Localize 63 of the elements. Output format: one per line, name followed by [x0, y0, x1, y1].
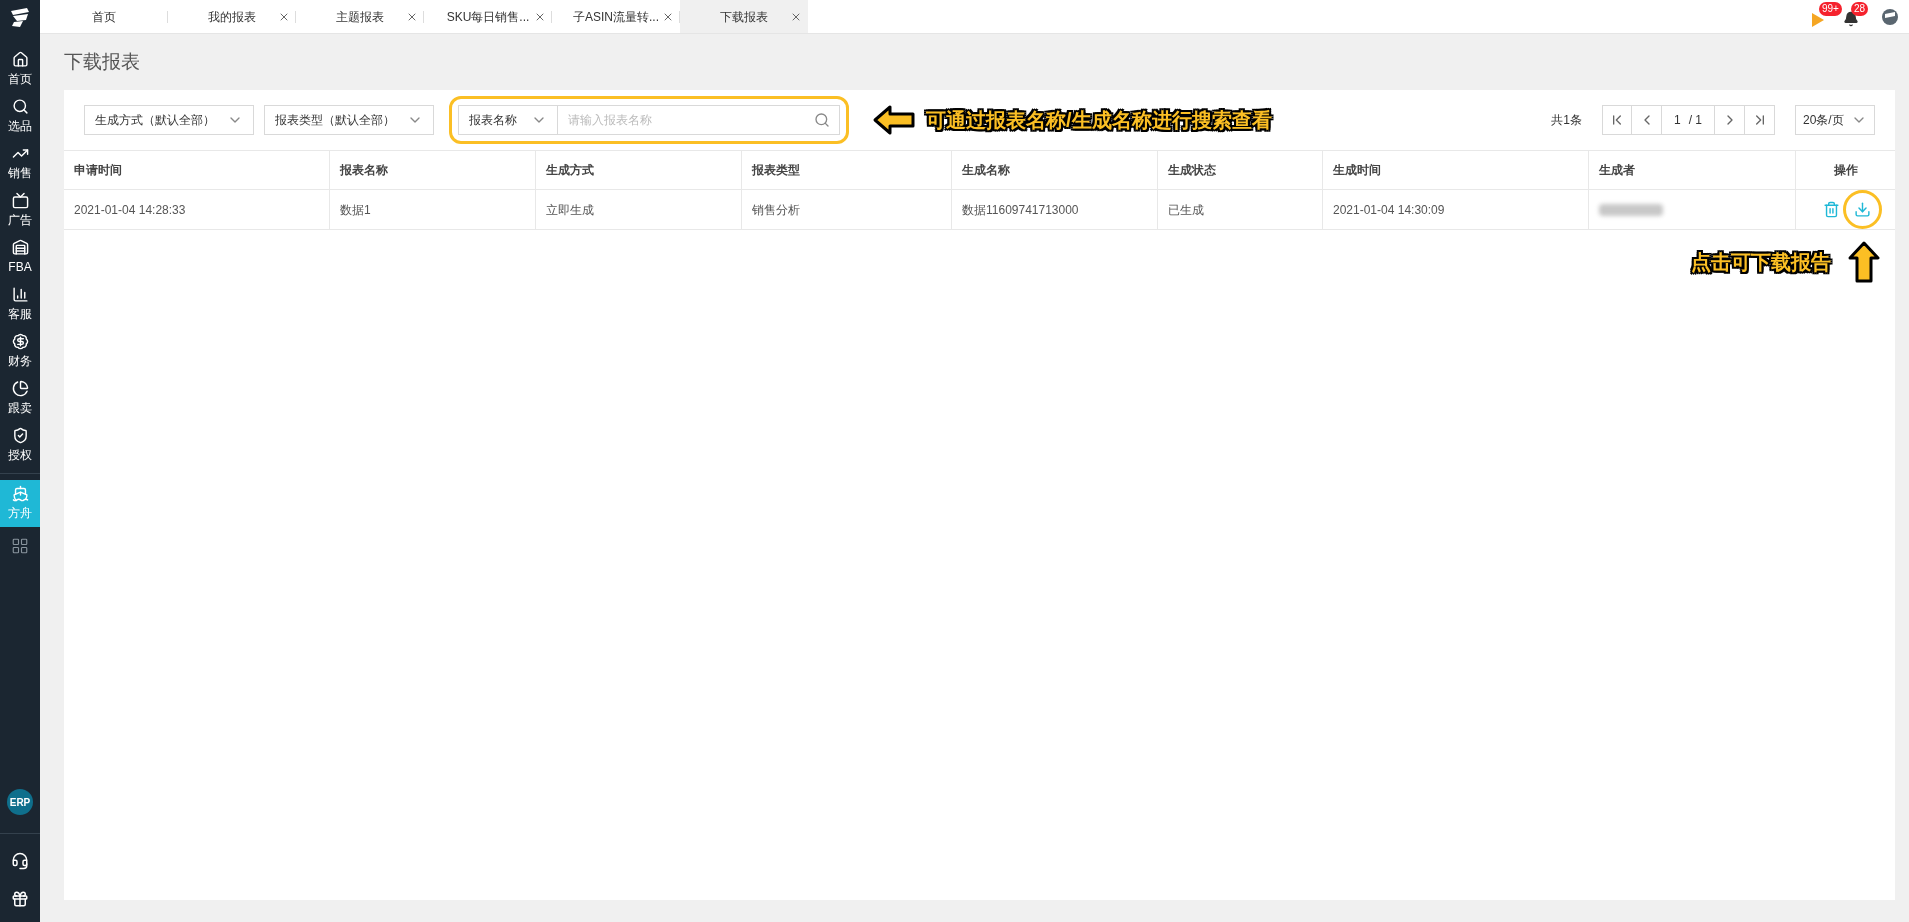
column-header: 生成名称 [952, 151, 1158, 189]
page-title: 下载报表 [63, 49, 141, 74]
sidebar-icon [11, 380, 29, 397]
notification-badge: 28 [1851, 1, 1869, 16]
column-header: 生成时间 [1323, 151, 1589, 189]
sidebar-icon [11, 239, 29, 256]
support-icon[interactable] [11, 852, 29, 870]
sidebar-item[interactable]: 首页 [0, 46, 40, 93]
sidebar-item[interactable]: 销售 [0, 140, 40, 187]
sidebar-item[interactable]: 跟卖 [0, 375, 40, 422]
tab[interactable]: 主题报表 [296, 0, 424, 33]
page-size-select[interactable]: 20条/页 [1795, 105, 1875, 135]
arrow-icon [872, 104, 916, 136]
column-header: 报表类型 [742, 151, 952, 189]
table-cell: 数据11609741713000 [952, 190, 1158, 229]
arrow-icon [1847, 240, 1881, 284]
table-cell: 已生成 [1158, 190, 1323, 229]
sidebar-item[interactable]: 选品 [0, 93, 40, 140]
tab[interactable]: 首页 [40, 0, 168, 33]
sidebar-item[interactable]: 广告 [0, 187, 40, 234]
sidebar-item[interactable]: 授权 [0, 422, 40, 469]
gift-icon[interactable] [11, 890, 29, 908]
table-cell: 2021-01-04 14:30:09 [1323, 190, 1589, 229]
column-header: 申请时间 [64, 151, 330, 189]
flag-icon[interactable] [1811, 11, 1825, 28]
table-cell: 立即生成 [536, 190, 742, 229]
bell-icon[interactable] [1843, 10, 1859, 27]
table-cell: 2021-01-04 14:28:33 [64, 190, 330, 229]
column-header: 生成状态 [1158, 151, 1323, 189]
field-select[interactable]: 报表名称 [458, 105, 558, 135]
page-number[interactable]: 1 [1674, 111, 1681, 129]
column-header: 生成者 [1589, 151, 1796, 189]
sidebar-icon [11, 427, 29, 444]
apps-grid-icon[interactable] [11, 537, 29, 555]
column-header: 报表名称 [330, 151, 536, 189]
filter-select[interactable]: 生成方式（默认全部） [84, 105, 254, 135]
table-cell: 数据1 [330, 190, 536, 229]
sidebar-item[interactable]: 客服 [0, 281, 40, 328]
column-header: 生成方式 [536, 151, 742, 189]
table-cell: 销售分析 [742, 190, 952, 229]
filter-select[interactable]: 报表类型（默认全部） [264, 105, 434, 135]
sidebar-icon [11, 286, 29, 303]
tab[interactable]: 我的报表 [168, 0, 296, 33]
search-icon[interactable] [814, 112, 830, 128]
sidebar-item[interactable]: FBA [0, 234, 40, 281]
sidebar-item[interactable]: 财务 [0, 328, 40, 375]
search-field[interactable]: 请输入报表名称 [558, 105, 840, 135]
tab[interactable]: 下载报表 [680, 0, 808, 33]
column-header: 操作 [1832, 162, 1859, 179]
total-count: 共1条 [1551, 112, 1582, 129]
sidebar-icon [11, 333, 29, 350]
page-total: / 1 [1688, 112, 1702, 129]
avatar-icon[interactable] [1881, 7, 1899, 26]
sidebar-icon [11, 98, 29, 115]
callout-text: 可通过报表名称/生成名称进行搜索查看 [926, 108, 1272, 133]
callout-text: 点击可下载报告 [1691, 250, 1831, 275]
logo-icon [8, 6, 32, 28]
notification-badge: 99+ [1819, 1, 1842, 16]
tab[interactable]: SKU每日销售... [424, 0, 552, 33]
sidebar-icon [11, 51, 29, 68]
sidebar-icon [11, 192, 29, 209]
erp-badge[interactable]: ERP [7, 789, 33, 815]
sidebar-icon [11, 485, 29, 502]
